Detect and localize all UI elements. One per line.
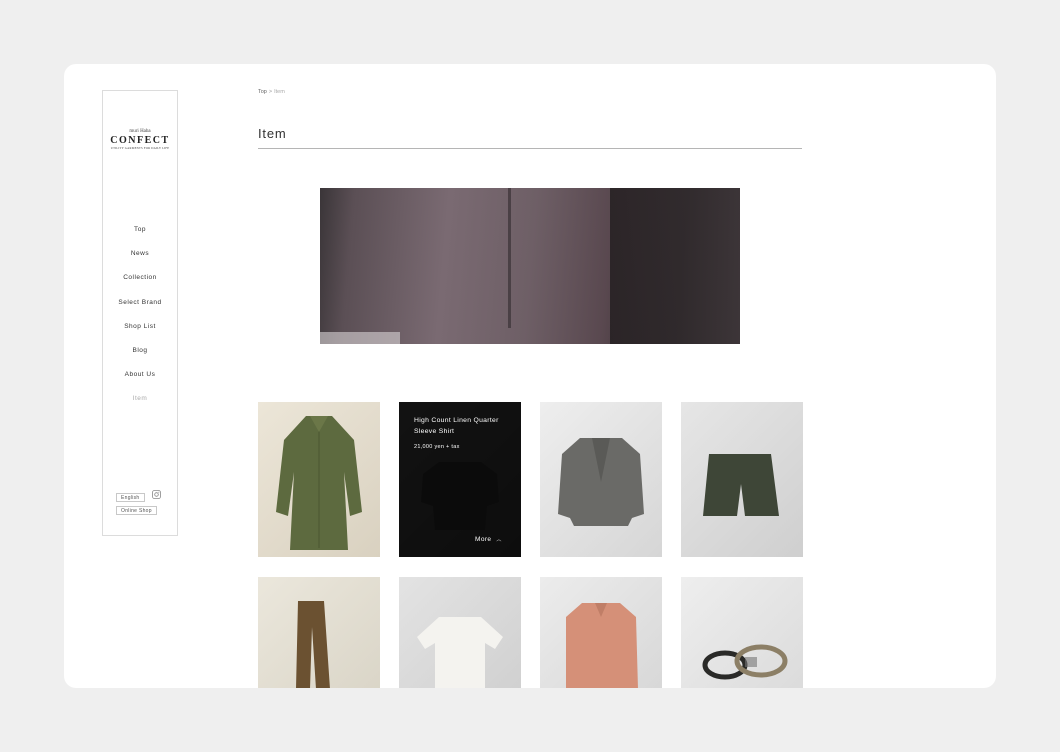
- item-image: [566, 603, 638, 688]
- item-card[interactable]: [681, 577, 803, 688]
- item-card[interactable]: [540, 577, 662, 688]
- logo-wordmark: CONFECT: [110, 135, 170, 146]
- breadcrumb-separator: >: [268, 89, 273, 95]
- nav-item-top[interactable]: Top: [103, 225, 177, 249]
- chevron-up-icon: ︿: [496, 537, 502, 543]
- breadcrumb-current: Item: [274, 89, 285, 95]
- nav-item-about-us[interactable]: About Us: [103, 370, 177, 394]
- site-logo[interactable]: muri Haba CONFECT UTILITY GARMENTS FOR D…: [103, 129, 177, 150]
- breadcrumb-home[interactable]: Top: [258, 89, 267, 95]
- more-link[interactable]: More ︿: [475, 536, 502, 543]
- item-card[interactable]: [258, 402, 380, 557]
- breadcrumb: Top > Item: [258, 89, 285, 95]
- item-price: 21,000 yen + tax: [414, 444, 460, 450]
- page-title: Item: [258, 126, 802, 149]
- item-card[interactable]: [399, 577, 521, 688]
- item-image: [703, 454, 779, 516]
- sidebar-footer: English Online Shop: [116, 486, 168, 517]
- logo-tagline: UTILITY GARMENTS FOR DAILY LIFE: [110, 146, 170, 150]
- hero-image: [320, 188, 740, 344]
- item-card-featured[interactable]: High Count Linen Quarter Sleeve Shirt 21…: [399, 402, 521, 557]
- nav-item-shop-list[interactable]: Shop List: [103, 322, 177, 346]
- item-image: [558, 438, 644, 526]
- item-card[interactable]: [258, 577, 380, 688]
- item-card[interactable]: [540, 402, 662, 557]
- more-label: More: [475, 536, 492, 543]
- nav-item-collection[interactable]: Collection: [103, 273, 177, 297]
- item-overlay: High Count Linen Quarter Sleeve Shirt 21…: [399, 402, 521, 557]
- online-shop-button[interactable]: Online Shop: [116, 506, 157, 515]
- nav-item-news[interactable]: News: [103, 249, 177, 273]
- instagram-icon[interactable]: [152, 486, 161, 499]
- item-image: [417, 617, 503, 688]
- nav-item-item[interactable]: Item: [103, 394, 177, 418]
- item-name: High Count Linen Quarter Sleeve Shirt: [414, 417, 499, 435]
- browser-page: muri Haba CONFECT UTILITY GARMENTS FOR D…: [64, 64, 996, 688]
- nav-item-select-brand[interactable]: Select Brand: [103, 298, 177, 322]
- item-card[interactable]: [681, 402, 803, 557]
- item-image: [702, 644, 788, 680]
- nav-item-blog[interactable]: Blog: [103, 346, 177, 370]
- item-image: [296, 601, 330, 688]
- sidebar: muri Haba CONFECT UTILITY GARMENTS FOR D…: [102, 90, 178, 536]
- main-nav: Top News Collection Select Brand Shop Li…: [103, 225, 177, 419]
- item-image: [276, 416, 362, 550]
